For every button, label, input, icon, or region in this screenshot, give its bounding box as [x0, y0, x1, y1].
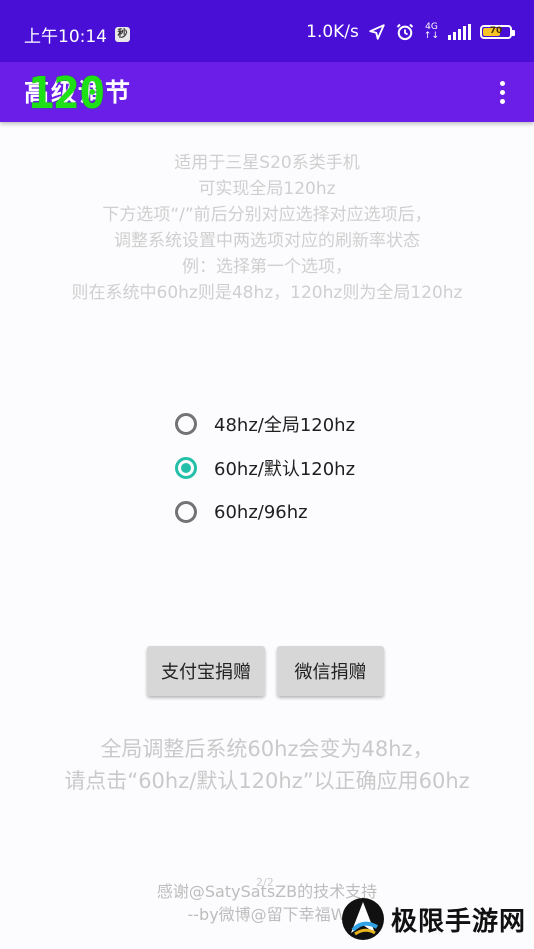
warning-line: 全局调整后系统60hz会变为48hz，	[100, 737, 434, 761]
alarm-icon	[396, 23, 414, 41]
radio-button[interactable]	[175, 413, 197, 435]
watermark-text: 极限手游网	[390, 906, 526, 937]
navigation-icon	[369, 24, 385, 40]
fps-overlay: 120	[28, 68, 105, 119]
description-line: 则在系统中60hz则是48hz，120hz则为全局120hz	[71, 283, 463, 303]
description-line: 适用于三星S20系类手机	[174, 153, 360, 173]
option-48hz-global-120hz[interactable]: 48hz/全局120hz	[175, 402, 355, 446]
status-right: 1.0K/s 4G ↑↓ 70	[306, 22, 515, 42]
description-line: 调整系统设置中两选项对应的刷新率状态	[114, 231, 420, 251]
battery-tip	[512, 30, 515, 36]
warning-text: 全局调整后系统60hz会变为48hz， 请点击“60hz/默认120hz”以正确…	[0, 733, 534, 797]
battery-level: 70	[489, 26, 503, 36]
battery-icon: 70	[480, 25, 515, 39]
radio-button[interactable]	[175, 501, 197, 523]
status-time: 上午10:14	[24, 27, 107, 47]
overflow-menu-icon[interactable]	[492, 76, 512, 108]
alipay-donate-button[interactable]: 支付宝捐赠	[147, 646, 265, 696]
description-line: 例：选择第一个选项，	[182, 257, 352, 277]
description: 适用于三星S20系类手机 可实现全局120hz 下方选项“/”前后分别对应选择对…	[0, 150, 534, 306]
option-label: 60hz/96hz	[214, 501, 308, 523]
wechat-donate-button[interactable]: 微信捐赠	[277, 646, 384, 696]
option-label: 60hz/默认120hz	[214, 459, 356, 480]
option-label: 48hz/全局120hz	[214, 415, 356, 436]
app-notification-icon: 秒	[115, 27, 130, 42]
app-bar: 高级调节 120	[0, 62, 534, 122]
data-arrows: ↑↓	[423, 31, 439, 41]
watermark-logo-icon	[341, 898, 384, 940]
signal-icon	[448, 24, 471, 40]
refresh-rate-options: 48hz/全局120hz 60hz/默认120hz 60hz/96hz	[175, 402, 355, 534]
donate-buttons: 支付宝捐赠 微信捐赠	[147, 646, 384, 696]
watermark: 极限手游网	[341, 897, 526, 941]
option-60hz-default-120hz[interactable]: 60hz/默认120hz	[175, 446, 355, 490]
description-line: 下方选项“/”前后分别对应选择对应选项后，	[102, 205, 432, 225]
option-60hz-96hz[interactable]: 60hz/96hz	[175, 490, 355, 534]
status-left: 上午10:14 秒	[24, 22, 130, 47]
status-bar: 上午10:14 秒 1.0K/s 4G ↑↓ 70	[0, 0, 534, 62]
radio-button-checked[interactable]	[175, 457, 197, 479]
warning-line: 请点击“60hz/默认120hz”以正确应用60hz	[64, 769, 470, 793]
description-line: 可实现全局120hz	[198, 179, 336, 199]
network-type: 4G ↑↓	[424, 23, 439, 41]
net-speed: 1.0K/s	[306, 22, 359, 42]
